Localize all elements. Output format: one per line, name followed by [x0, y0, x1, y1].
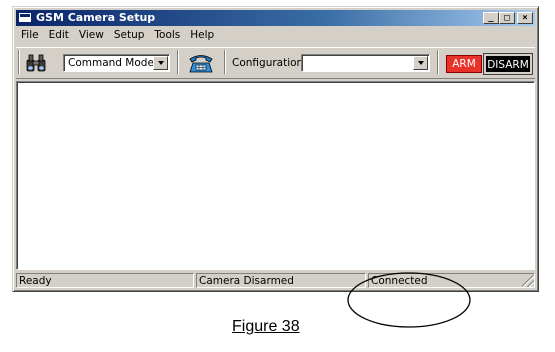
window-title: GSM Camera Setup [36, 11, 156, 24]
figure-caption: Figure 38 [232, 318, 300, 335]
menu-help[interactable]: Help [185, 27, 219, 44]
disarm-button[interactable]: DISARM [483, 53, 533, 75]
chevron-down-icon[interactable] [413, 56, 428, 70]
app-window: GSM Camera Setup _ □ × File Edit View Se… [12, 6, 539, 292]
configuration-combo[interactable] [301, 54, 430, 72]
maximize-button[interactable]: □ [499, 12, 515, 24]
menu-bar: File Edit View Setup Tools Help [16, 27, 535, 44]
menu-file[interactable]: File [16, 27, 44, 44]
menu-view[interactable]: View [74, 27, 109, 44]
main-content-area [16, 81, 535, 270]
mode-combo-value: Command Mode [68, 57, 154, 69]
menu-tools[interactable]: Tools [149, 27, 185, 44]
toolbar-separator [437, 50, 439, 74]
chevron-down-icon[interactable] [153, 56, 168, 70]
binoculars-button[interactable] [23, 51, 49, 74]
toolbar: Command Mode Configuration ARM DISARM [16, 47, 535, 79]
configuration-label: Configuration [232, 57, 304, 69]
resize-grip[interactable] [522, 275, 534, 287]
menu-edit[interactable]: Edit [44, 27, 74, 44]
menu-setup[interactable]: Setup [109, 27, 150, 44]
toolbar-separator [18, 50, 20, 74]
binoculars-icon [26, 54, 46, 71]
arm-button[interactable]: ARM [446, 55, 482, 73]
status-ready: Ready [16, 273, 194, 288]
window-controls: _ □ × [483, 12, 533, 24]
phone-button[interactable] [186, 51, 216, 74]
app-icon [18, 12, 32, 23]
minimize-button[interactable]: _ [483, 12, 499, 24]
status-camera-state: Camera Disarmed [196, 273, 366, 288]
telephone-icon [189, 54, 213, 72]
toolbar-separator [177, 50, 179, 74]
close-button[interactable]: × [517, 12, 533, 24]
highlight-ellipse [347, 272, 471, 328]
toolbar-separator [224, 50, 226, 74]
mode-combo[interactable]: Command Mode [63, 54, 170, 72]
title-bar[interactable]: GSM Camera Setup _ □ × [16, 10, 535, 26]
